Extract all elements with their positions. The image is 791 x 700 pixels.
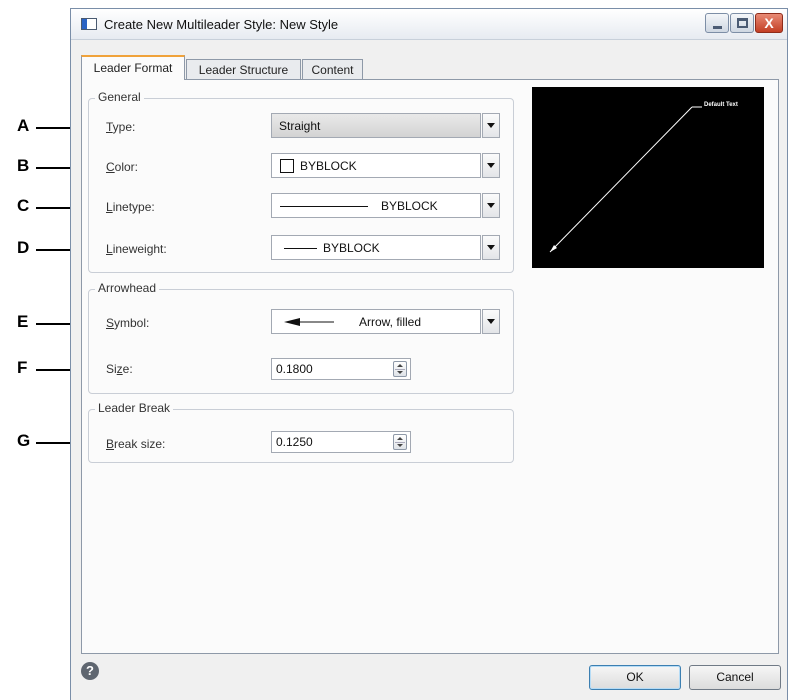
callout-letter-a: A <box>17 116 30 135</box>
spin-down-icon <box>397 444 403 447</box>
break-size-spin-button[interactable] <box>393 434 407 450</box>
leader-preview: Default Text <box>532 87 764 268</box>
spin-up-icon <box>397 437 403 440</box>
leader-break-group-title: Leader Break <box>95 401 174 415</box>
chevron-down-icon <box>487 123 495 128</box>
maximize-icon <box>737 18 748 28</box>
color-label: Color: <box>106 160 139 174</box>
close-button[interactable]: X <box>755 13 783 33</box>
lineweight-field[interactable]: BYBLOCK <box>271 235 481 260</box>
callout-letter-c: C <box>17 196 30 215</box>
symbol-label: Symbol: <box>106 316 150 330</box>
color-swatch <box>280 159 294 173</box>
size-spinner[interactable]: 0.1800 <box>271 358 411 380</box>
callout-letter-e: E <box>17 312 29 331</box>
symbol-dropdown[interactable]: Arrow, filled <box>271 309 501 334</box>
symbol-dropdown-button[interactable] <box>482 309 500 334</box>
ok-button[interactable]: OK <box>589 665 681 690</box>
tab-leader-format[interactable]: Leader Format <box>81 55 185 80</box>
linetype-dropdown[interactable]: BYBLOCK <box>271 193 501 218</box>
type-dropdown-button[interactable] <box>482 113 500 138</box>
chevron-down-icon <box>487 203 495 208</box>
tab-content[interactable]: Content <box>302 59 363 80</box>
spin-up-icon <box>397 364 403 367</box>
size-value: 0.1800 <box>276 362 313 376</box>
preview-default-text: Default Text <box>704 102 738 108</box>
break-size-spinner[interactable]: 0.1250 <box>271 431 411 453</box>
close-icon: X <box>764 15 774 31</box>
chevron-down-icon <box>487 163 495 168</box>
arrowhead-group-title: Arrowhead <box>95 281 160 295</box>
type-dropdown[interactable]: Straight <box>271 113 501 138</box>
linetype-value: BYBLOCK <box>381 199 438 213</box>
chevron-down-icon <box>487 319 495 324</box>
size-label: Size: <box>106 362 133 376</box>
multileader-style-dialog: Create New Multileader Style: New Style … <box>70 8 788 700</box>
type-value: Straight <box>279 119 321 133</box>
callout-letter-g: G <box>17 431 31 450</box>
symbol-value: Arrow, filled <box>359 315 422 329</box>
lineweight-value: BYBLOCK <box>323 241 380 255</box>
arrow-filled-icon <box>284 318 334 326</box>
minimize-icon <box>713 26 722 29</box>
general-group-title: General <box>95 90 144 104</box>
maximize-button[interactable] <box>730 13 754 33</box>
spin-divider <box>395 442 405 443</box>
leader-preview-drawing <box>549 106 702 253</box>
size-spin-button[interactable] <box>393 361 407 377</box>
color-value: BYBLOCK <box>300 159 357 173</box>
callout-letter-f: F <box>17 358 28 377</box>
type-label: Type: <box>106 120 136 134</box>
lineweight-dropdown[interactable]: BYBLOCK <box>271 235 501 260</box>
lineweight-label: Lineweight: <box>106 242 167 256</box>
app-icon <box>81 18 97 30</box>
linetype-label: Linetype: <box>106 200 155 214</box>
tab-leader-structure[interactable]: Leader Structure <box>186 59 301 80</box>
color-field[interactable]: BYBLOCK <box>271 153 481 178</box>
type-field[interactable]: Straight <box>271 113 481 138</box>
linetype-sample <box>280 206 368 207</box>
help-icon[interactable]: ? <box>81 662 99 680</box>
title-bar[interactable]: Create New Multileader Style: New Style … <box>71 9 787 40</box>
spin-divider <box>395 369 405 370</box>
linetype-dropdown-button[interactable] <box>482 193 500 218</box>
lineweight-sample <box>284 248 317 249</box>
window-title: Create New Multileader Style: New Style <box>104 17 339 32</box>
color-dropdown[interactable]: BYBLOCK <box>271 153 501 178</box>
callout-letter-d: D <box>17 238 30 257</box>
break-size-value: 0.1250 <box>276 435 313 449</box>
color-dropdown-button[interactable] <box>482 153 500 178</box>
symbol-field[interactable]: Arrow, filled <box>271 309 481 334</box>
cancel-button[interactable]: Cancel <box>689 665 781 690</box>
linetype-field[interactable]: BYBLOCK <box>271 193 481 218</box>
spin-down-icon <box>397 371 403 374</box>
minimize-button[interactable] <box>705 13 729 33</box>
break-size-label: Break size: <box>106 437 166 451</box>
lineweight-dropdown-button[interactable] <box>482 235 500 260</box>
chevron-down-icon <box>487 245 495 250</box>
callout-letter-b: B <box>17 156 30 175</box>
